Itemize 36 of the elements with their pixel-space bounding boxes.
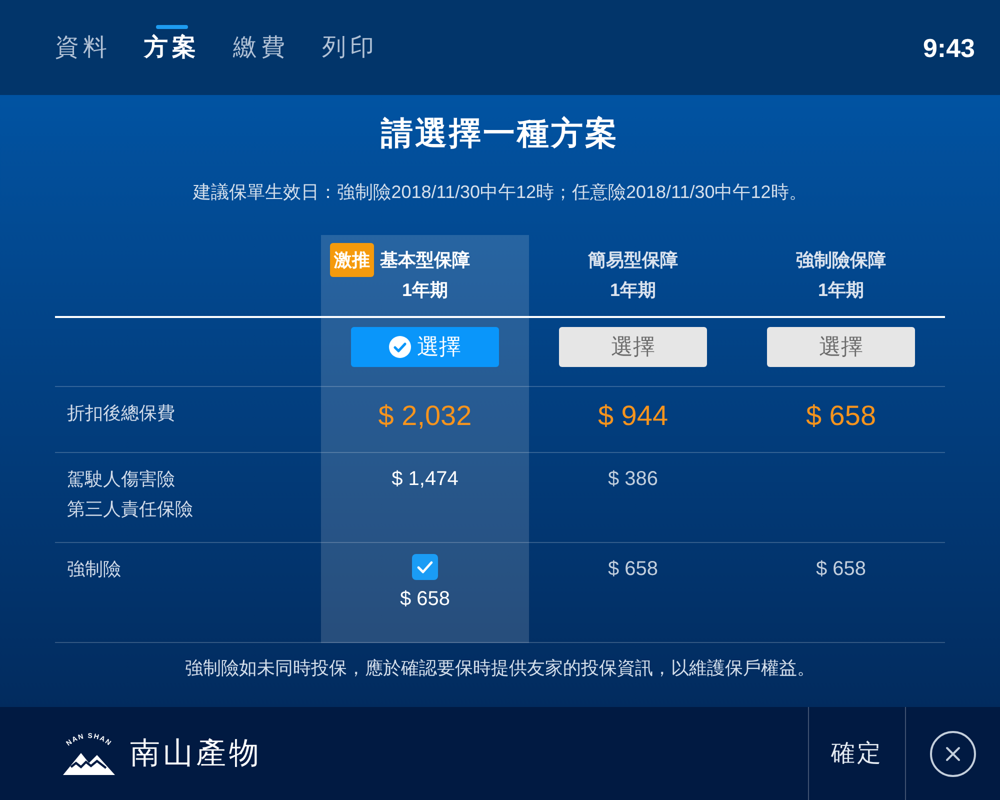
- premium-amount: $ 658: [400, 587, 450, 612]
- premium-amount: $ 386: [608, 467, 658, 492]
- clock-time: 9:43: [922, 33, 975, 63]
- total-price: $ 658: [806, 399, 876, 433]
- nav-tab[interactable]: 列印: [322, 25, 378, 63]
- premium-amount: $ 1,474: [392, 467, 458, 492]
- nav-tab[interactable]: 繳費: [233, 25, 289, 63]
- plan-term: 1年期: [818, 279, 864, 302]
- recommend-badge: 激推: [330, 243, 374, 277]
- confirm-button[interactable]: 確定: [808, 707, 906, 800]
- close-button[interactable]: [930, 730, 976, 776]
- nav-tab[interactable]: 資料: [55, 25, 111, 63]
- select-plan-button[interactable]: 選擇: [559, 327, 707, 367]
- premium-amount: $ 658: [608, 557, 658, 582]
- total-price: $ 944: [598, 399, 668, 433]
- plan-term: 1年期: [610, 279, 656, 302]
- checkbox[interactable]: [412, 554, 438, 580]
- brand-name: 南山產物: [130, 736, 262, 772]
- close-icon: [930, 730, 976, 776]
- mountain-logo-icon: [63, 752, 115, 774]
- effective-date-note: 建議保單生效日：強制險2018/11/30中午12時；任意險2018/11/30中午12時。: [193, 181, 807, 204]
- row-label: 第三人責任保險: [67, 498, 193, 521]
- nav-tab[interactable]: 方案: [144, 25, 200, 63]
- check-circle-icon: [389, 336, 411, 358]
- select-plan-button[interactable]: 選擇: [767, 327, 915, 367]
- total-price: $ 2,032: [378, 399, 472, 433]
- plan-term: 1年期: [402, 279, 448, 302]
- plan-name: 簡易型保障: [588, 250, 678, 270]
- row-label: 折扣後總保費: [67, 402, 175, 425]
- page-title: 請選擇一種方案: [381, 114, 619, 153]
- premium-amount: $ 658: [816, 557, 866, 582]
- insurance-notice: 強制險如未同時投保，應於確認要保時提供友家的投保資訊，以維護保戶權益。: [185, 657, 815, 680]
- plan-name: 強制險保障: [796, 250, 886, 270]
- row-label: 駕駛人傷害險: [67, 468, 175, 491]
- row-label: 強制險: [67, 558, 121, 581]
- plan-name: 基本型保障: [380, 250, 470, 270]
